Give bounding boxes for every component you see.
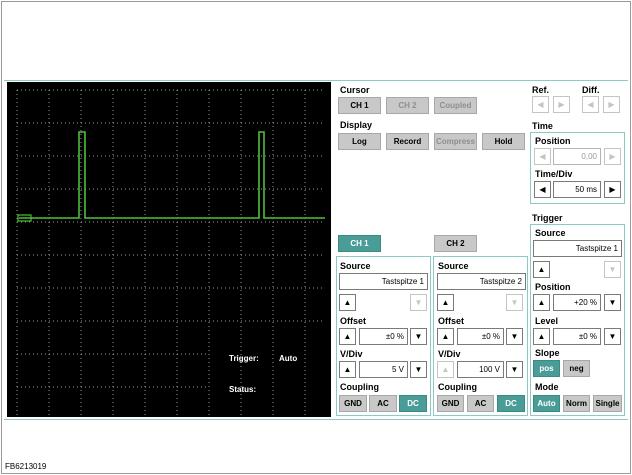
cursor-ch2-button[interactable]: CH 2	[386, 97, 429, 114]
ch1-vdiv-up-icon[interactable]: ▲	[339, 361, 356, 378]
tab-ch1[interactable]: CH 1	[338, 235, 381, 252]
trigger-slope-neg-button[interactable]: neg	[563, 360, 590, 377]
ch2-ac-button[interactable]: AC	[467, 395, 494, 412]
trigger-label: Trigger:	[229, 354, 259, 363]
trigger-slope-pos-button[interactable]: pos	[533, 360, 560, 377]
ref-title: Ref.	[532, 85, 550, 95]
ch2-offset-field[interactable]: ±0 %	[457, 328, 504, 345]
ch1-source-up-icon[interactable]: ▲	[339, 294, 356, 311]
tab-ch2[interactable]: CH 2	[434, 235, 477, 252]
ch1-dc-button[interactable]: DC	[399, 395, 427, 412]
time-position-field[interactable]: 0,00	[553, 148, 601, 165]
ch1-coupling-label: Coupling	[340, 382, 379, 392]
ch1-offset-label: Offset	[340, 316, 367, 326]
oscilloscope-screen: Trigger: Auto Status:	[7, 82, 331, 417]
trigger-title: Trigger	[532, 213, 563, 223]
figure-id: FB6213019	[5, 462, 47, 471]
ch1-vdiv-field[interactable]: 5 V	[359, 361, 408, 378]
trigger-source-up-icon[interactable]: ▲	[533, 261, 550, 278]
trigger-position-field[interactable]: +20 %	[553, 294, 601, 311]
ch2-vdiv-field[interactable]: 100 V	[457, 361, 504, 378]
ch2-vdiv-up-icon[interactable]: ▲	[437, 361, 454, 378]
trigger-source-label: Source	[535, 228, 566, 238]
trigger-level-label: Level	[535, 316, 559, 326]
ch1-offset-field[interactable]: ±0 %	[359, 328, 408, 345]
time-div-field[interactable]: 50 ms	[553, 181, 601, 198]
ch1-trace	[19, 131, 325, 219]
ch2-vdiv-down-icon[interactable]: ▼	[506, 361, 523, 378]
ch1-gnd-button[interactable]: GND	[339, 395, 367, 412]
ch1-offset-up-icon[interactable]: ▲	[339, 328, 356, 345]
diff-title: Diff.	[582, 85, 600, 95]
trigger-position-down-icon[interactable]: ▼	[604, 294, 621, 311]
ref-left-arrow-icon[interactable]: ◀	[532, 96, 549, 113]
ch1-ac-button[interactable]: AC	[369, 395, 397, 412]
trigger-mode-auto-button[interactable]: Auto	[533, 395, 560, 412]
trigger-position-label: Position	[535, 282, 571, 292]
diff-right-arrow-icon[interactable]: ▶	[603, 96, 620, 113]
ch2-gnd-button[interactable]: GND	[437, 395, 464, 412]
trigger-source-down-icon[interactable]: ▼	[604, 261, 621, 278]
ch2-offset-up-icon[interactable]: ▲	[437, 328, 454, 345]
trigger-level-up-icon[interactable]: ▲	[533, 328, 550, 345]
ref-right-arrow-icon[interactable]: ▶	[553, 96, 570, 113]
time-div-right-icon[interactable]: ▶	[604, 181, 621, 198]
ch2-source-label: Source	[438, 261, 469, 271]
ch1-offset-down-icon[interactable]: ▼	[410, 328, 427, 345]
trigger-source-field[interactable]: Tastspitze 1	[533, 240, 622, 257]
ch2-offset-label: Offset	[438, 316, 465, 326]
status-label: Status:	[229, 385, 257, 394]
ch2-offset-down-icon[interactable]: ▼	[506, 328, 523, 345]
time-title: Time	[532, 121, 553, 131]
ch2-source-down-icon[interactable]: ▼	[506, 294, 523, 311]
time-div-left-icon[interactable]: ◀	[534, 181, 551, 198]
display-title: Display	[340, 120, 373, 130]
trigger-level-down-icon[interactable]: ▼	[604, 328, 621, 345]
ch1-vdiv-down-icon[interactable]: ▼	[410, 361, 427, 378]
time-position-right-icon[interactable]: ▶	[604, 148, 621, 165]
ch2-coupling-label: Coupling	[438, 382, 477, 392]
cursor-title: Cursor	[340, 85, 370, 95]
ch2-vdiv-label: V/Div	[438, 349, 461, 359]
cursor-ch1-button[interactable]: CH 1	[338, 97, 381, 114]
time-div-label: Time/Div	[535, 169, 573, 179]
ch2-source-up-icon[interactable]: ▲	[437, 294, 454, 311]
time-position-label: Position	[535, 136, 571, 146]
trigger-mode-label: Mode	[535, 382, 559, 392]
scope-grid	[16, 89, 325, 417]
ch2-source-field[interactable]: Tastspitze 2	[437, 273, 526, 290]
time-position-left-icon[interactable]: ◀	[534, 148, 551, 165]
trigger-level-field[interactable]: ±0 %	[553, 328, 601, 345]
ch1-source-label: Source	[340, 261, 371, 271]
trigger-mode-single-button[interactable]: Single	[593, 395, 622, 412]
display-log-button[interactable]: Log	[338, 133, 381, 150]
display-record-button[interactable]: Record	[386, 133, 429, 150]
display-hold-button[interactable]: Hold	[482, 133, 525, 150]
diff-left-arrow-icon[interactable]: ◀	[582, 96, 599, 113]
trigger-value: Auto	[279, 354, 298, 363]
ch2-dc-button[interactable]: DC	[497, 395, 525, 412]
ch1-vdiv-label: V/Div	[340, 349, 363, 359]
trigger-mode-norm-button[interactable]: Norm	[563, 395, 590, 412]
ch1-source-down-icon[interactable]: ▼	[410, 294, 427, 311]
trigger-slope-label: Slope	[535, 348, 560, 358]
trigger-position-up-icon[interactable]: ▲	[533, 294, 550, 311]
ch1-source-field[interactable]: Tastspitze 1	[339, 273, 428, 290]
cursor-coupled-button[interactable]: Coupled	[434, 97, 477, 114]
display-compress-button[interactable]: Compress	[434, 133, 477, 150]
